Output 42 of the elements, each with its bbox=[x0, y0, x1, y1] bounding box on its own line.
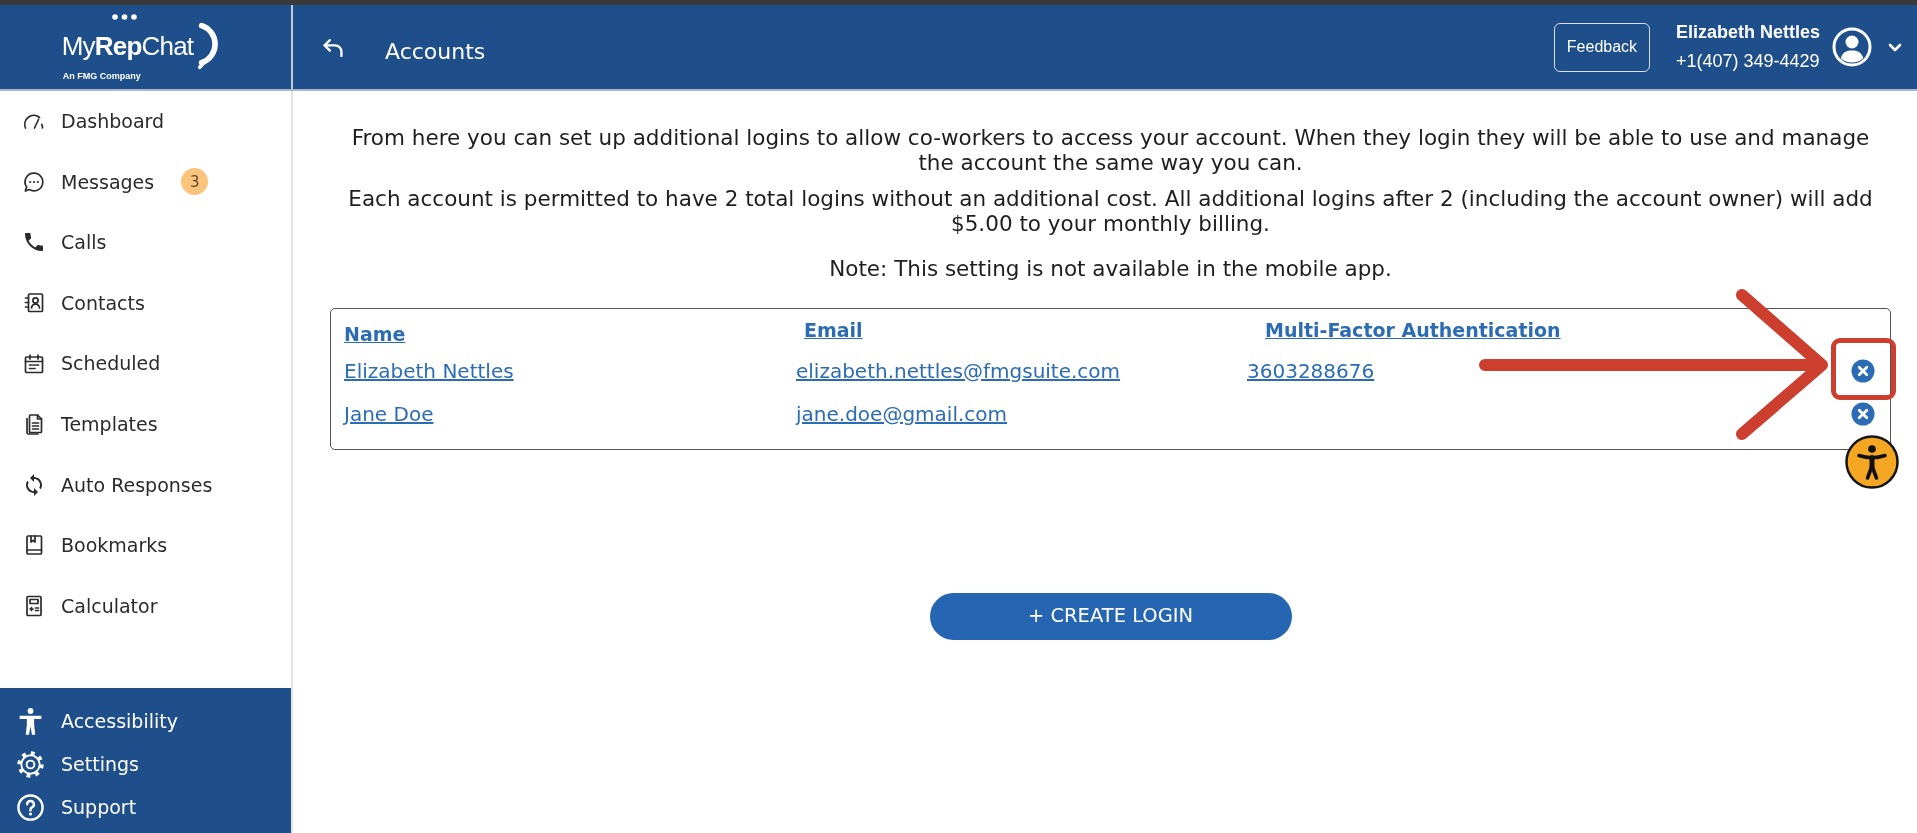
phone-number-link[interactable]: 3603288676 bbox=[1247, 355, 1375, 386]
column-header[interactable]: Name bbox=[344, 320, 406, 349]
dots-icon bbox=[111, 13, 137, 20]
back-arrow-icon[interactable] bbox=[321, 37, 344, 57]
feedback-button[interactable]: Feedback bbox=[1553, 22, 1650, 72]
remove-icon[interactable] bbox=[1851, 401, 1875, 426]
logo-tagline: An FMG Company bbox=[62, 71, 141, 81]
column-header[interactable]: Multi-Factor Authentication bbox=[1247, 319, 1561, 342]
remove-icon[interactable] bbox=[1851, 358, 1875, 383]
sidebar-item[interactable]: Auto Responses bbox=[0, 454, 291, 516]
sidebar-item[interactable]: Calls bbox=[0, 212, 291, 273]
email-link[interactable]: elizabeth.nettles@fmgsuite.com bbox=[796, 355, 1121, 386]
sidebar-item[interactable]: Messages 3 bbox=[0, 151, 291, 213]
sidebar-item[interactable]: Contacts bbox=[0, 272, 291, 334]
settings-icon bbox=[16, 750, 45, 779]
logo-wordmark: MyRepChat bbox=[61, 32, 194, 59]
calendar-icon bbox=[22, 351, 46, 376]
create-login-button[interactable]: + CREATE LOGIN bbox=[929, 592, 1292, 640]
sidebar-footer-link[interactable]: Accessibility bbox=[0, 700, 291, 743]
speech-bubble-icon bbox=[22, 169, 46, 194]
sidebar-item[interactable]: Calculator bbox=[0, 575, 291, 637]
unread-count-badge: 3 bbox=[181, 168, 209, 196]
sidebar-item[interactable]: Templates bbox=[0, 393, 291, 455]
info-paragraph: Note: This setting is not available in the mobile app. bbox=[828, 257, 1393, 282]
info-paragraph: Each account is permitted to have 2 total logins without an additional cost. All additional logins after 2 (including the account owner) will add $5.00 to your monthly billing. bbox=[347, 187, 1874, 236]
name-link[interactable]: Elizabeth Nettles bbox=[344, 355, 514, 386]
email-link[interactable]: jane.doe@gmail.com bbox=[796, 398, 1007, 429]
info-paragraph: From here you can set up additional logins to allow co-workers to access your account. When they login they will be able to use and manage the account the same way you can. bbox=[350, 126, 1871, 175]
avatar-icon[interactable] bbox=[1832, 27, 1872, 67]
page-title: Accounts bbox=[385, 37, 486, 66]
column-header[interactable]: Email bbox=[796, 319, 863, 342]
name-link[interactable]: Jane Doe bbox=[344, 398, 434, 429]
help-icon bbox=[16, 793, 45, 822]
user-phone: +1(407) 349-4429 bbox=[1675, 50, 1820, 73]
chevron-down-icon[interactable] bbox=[1888, 42, 1902, 52]
sidebar-footer-link[interactable]: Support bbox=[0, 786, 291, 829]
sidebar-item[interactable]: Dashboard bbox=[0, 91, 291, 152]
sidebar-footer-link[interactable]: Settings bbox=[0, 743, 291, 786]
user-name: Elizabeth Nettles bbox=[1675, 21, 1820, 44]
sidebar-item[interactable]: Scheduled bbox=[0, 333, 291, 394]
sidebar-item[interactable]: Bookmarks bbox=[0, 515, 291, 576]
accessibility-icon[interactable] bbox=[1845, 435, 1899, 489]
